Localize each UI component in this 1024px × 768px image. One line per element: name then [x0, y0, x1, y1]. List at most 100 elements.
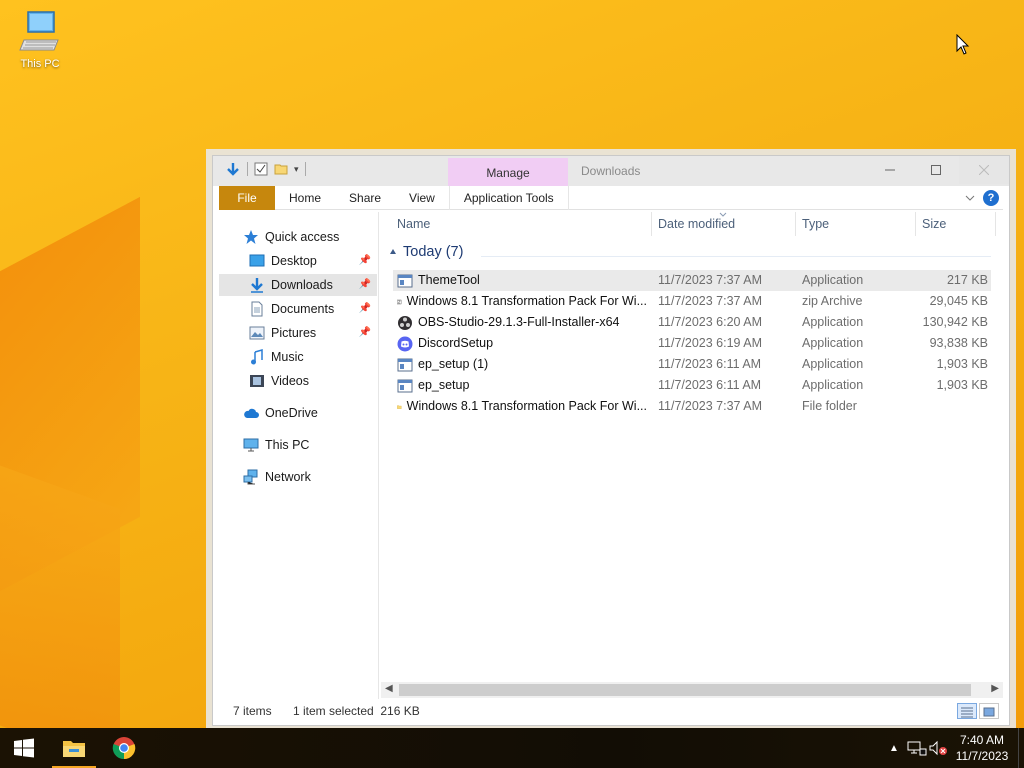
sort-indicator-icon: [719, 212, 727, 217]
file-name-cell: ep_setup (1): [397, 354, 647, 375]
chrome-icon: [112, 737, 136, 760]
file-date: 11/7/2023 7:37 AM: [658, 273, 763, 287]
group-header-today[interactable]: Today (7): [389, 244, 463, 260]
column-divider[interactable]: [995, 212, 996, 236]
expand-ribbon-icon[interactable]: [965, 193, 975, 203]
column-divider[interactable]: [651, 212, 652, 236]
taskbar-file-explorer[interactable]: [50, 728, 98, 768]
tab-manage[interactable]: Manage: [448, 158, 568, 186]
column-divider[interactable]: [795, 212, 796, 236]
file-name: ep_setup: [418, 378, 470, 392]
nav-item-documents[interactable]: Documents 📌: [249, 298, 377, 320]
divider: [481, 256, 991, 257]
chevron-down-icon[interactable]: ▾: [294, 164, 299, 175]
column-header-size[interactable]: Size: [922, 212, 946, 236]
window-title: Downloads: [581, 164, 641, 178]
details-view-button[interactable]: [957, 703, 977, 719]
nav-item-downloads[interactable]: Downloads 📌: [219, 274, 377, 296]
navigation-pane: Quick access Desktop 📌 Downloads 📌 Docum…: [219, 212, 379, 699]
file-date: 11/7/2023 6:19 AM: [658, 336, 763, 350]
divider: [247, 162, 248, 176]
pin-icon[interactable]: 📌: [359, 322, 371, 344]
tab-home[interactable]: Home: [275, 186, 335, 210]
start-button[interactable]: [0, 728, 48, 768]
scroll-left-icon[interactable]: ◀: [385, 683, 393, 694]
desktop-icon-this-pc[interactable]: This PC: [12, 10, 68, 70]
tab-view[interactable]: View: [395, 186, 449, 210]
volume-muted-icon[interactable]: [928, 740, 950, 756]
file-size: 1,903 KB: [936, 357, 988, 371]
show-hidden-icons-icon[interactable]: ▲: [882, 743, 906, 754]
application-icon: [397, 379, 413, 392]
down-arrow-icon[interactable]: [225, 161, 241, 177]
nav-item-pictures[interactable]: Pictures 📌: [249, 322, 377, 344]
file-date: 11/7/2023 6:11 AM: [658, 378, 762, 392]
column-header-type[interactable]: Type: [802, 212, 829, 236]
nav-label: Music: [271, 350, 304, 364]
pin-icon[interactable]: 📌: [359, 298, 371, 320]
nav-this-pc[interactable]: This PC: [243, 434, 309, 456]
nav-label: This PC: [265, 438, 310, 452]
nav-item-videos[interactable]: Videos: [249, 370, 309, 392]
view-buttons: [957, 703, 999, 719]
file-row[interactable]: ep_setup 11/7/2023 6:11 AM Application 1…: [393, 375, 991, 396]
nav-item-music[interactable]: Music: [249, 346, 304, 368]
file-row[interactable]: ThemeTool 11/7/2023 7:37 AM Application …: [393, 270, 991, 291]
file-row[interactable]: ep_setup (1) 11/7/2023 6:11 AM Applicati…: [393, 354, 991, 375]
nav-onedrive[interactable]: OneDrive: [243, 402, 318, 424]
close-button[interactable]: [959, 156, 1009, 184]
pin-icon[interactable]: 📌: [359, 274, 371, 296]
taskbar-chrome[interactable]: [100, 728, 148, 768]
videos-icon: [250, 375, 264, 387]
this-pc-icon: [19, 11, 59, 51]
title-bar: ▾ Manage Downloads: [213, 156, 1009, 186]
file-row[interactable]: DiscordSetup 11/7/2023 6:19 AM Applicati…: [393, 333, 991, 354]
file-name: Windows 8.1 Transformation Pack For Wi..…: [406, 399, 647, 413]
show-desktop-button[interactable]: [1018, 728, 1024, 768]
nav-item-desktop[interactable]: Desktop 📌: [249, 250, 377, 272]
file-size: 217 KB: [946, 273, 988, 287]
start-icon: [14, 738, 34, 758]
scroll-right-icon[interactable]: ▶: [991, 683, 999, 694]
file-size: 29,045 KB: [929, 294, 988, 308]
documents-icon: [251, 301, 263, 317]
maximize-button[interactable]: [913, 156, 959, 184]
desktop-folder-icon: [249, 254, 265, 267]
help-button[interactable]: ?: [983, 190, 999, 206]
desktop-icon-label: This PC: [20, 58, 60, 70]
column-divider[interactable]: [915, 212, 916, 236]
tab-share[interactable]: Share: [335, 186, 395, 210]
tab-file[interactable]: File: [219, 185, 275, 210]
clock-time: 7:40 AM: [959, 733, 1005, 747]
scrollbar-thumb[interactable]: [399, 684, 971, 696]
item-count: 7 items: [233, 704, 272, 718]
new-folder-icon[interactable]: [274, 162, 288, 176]
nav-label: Desktop: [271, 254, 317, 268]
network-status-icon[interactable]: [906, 740, 928, 756]
large-icons-view-button[interactable]: [979, 703, 999, 719]
nav-quick-access[interactable]: Quick access: [243, 226, 339, 248]
horizontal-scrollbar[interactable]: ◀ ▶: [381, 682, 1003, 698]
onedrive-cloud-icon: [244, 408, 259, 418]
properties-icon[interactable]: [254, 162, 268, 176]
tab-application-tools[interactable]: Application Tools: [448, 185, 569, 210]
file-name-cell: Windows 8.1 Transformation Pack For Wi..…: [397, 396, 647, 417]
minimize-button[interactable]: [867, 156, 913, 184]
file-row[interactable]: Windows 8.1 Transformation Pack For Wi..…: [393, 291, 991, 312]
nav-network[interactable]: Network: [243, 466, 311, 488]
file-row[interactable]: OBS-Studio-29.1.3-Full-Installer-x64 11/…: [393, 312, 991, 333]
maximize-icon: [931, 165, 941, 175]
minimize-icon: [885, 169, 895, 171]
folder-icon: [397, 404, 402, 409]
collapse-triangle-icon: [390, 249, 396, 254]
close-icon: [979, 165, 989, 175]
clock[interactable]: 7:40 AM 11/7/2023: [950, 732, 1014, 764]
pin-icon[interactable]: 📌: [359, 250, 371, 272]
file-name-cell: DiscordSetup: [397, 333, 647, 354]
nav-label: OneDrive: [265, 406, 318, 420]
file-row[interactable]: Windows 8.1 Transformation Pack For Wi..…: [393, 396, 991, 417]
group-label: Today (7): [403, 244, 464, 260]
music-icon: [251, 349, 263, 365]
pictures-icon: [249, 326, 265, 340]
column-header-name[interactable]: Name: [397, 212, 430, 236]
